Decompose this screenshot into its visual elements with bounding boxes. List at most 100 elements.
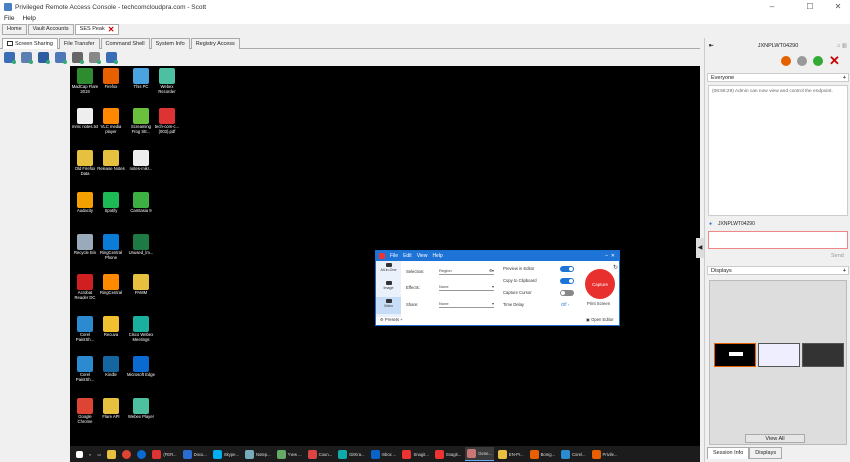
annotation-icon[interactable]: [72, 51, 84, 64]
desktop-icon[interactable]: Acrobat Reader DC: [71, 274, 99, 300]
mode-image[interactable]: Image: [376, 279, 401, 296]
tab-registry-access[interactable]: Registry Access: [190, 38, 240, 49]
remote-desktop[interactable]: MadCap Flare 2019 Firefox This PC Webex Rec…: [70, 66, 700, 462]
desktop-icon[interactable]: Corel PaintSh...: [71, 356, 99, 382]
gear-icon[interactable]: ⚙: [489, 268, 493, 273]
taskbar-item[interactable]: Docu...: [181, 447, 209, 461]
cursor-toggle[interactable]: [560, 290, 574, 296]
send-button[interactable]: Send: [831, 253, 844, 259]
delay-value[interactable]: Off ›: [561, 302, 569, 307]
mode-all-in-one[interactable]: All-in-One: [376, 261, 401, 278]
view-only-icon[interactable]: [21, 51, 33, 64]
taskbar-item[interactable]: (FER...: [150, 447, 178, 461]
tab-vault-accounts[interactable]: Vault Accounts: [27, 24, 74, 35]
windows-start-icon[interactable]: [74, 447, 85, 461]
desktop-icon[interactable]: VLC media player: [97, 108, 125, 134]
display-thumbnail-1[interactable]: [714, 343, 756, 367]
taskbar-item[interactable]: Snagit...: [433, 447, 463, 461]
elevate-icon[interactable]: [813, 56, 823, 66]
collapse-panel-button[interactable]: ◀: [696, 238, 704, 258]
desktop-icon[interactable]: Google Chrome: [71, 398, 99, 424]
snagit-menu-edit[interactable]: Edit: [403, 253, 412, 259]
desktop-icon[interactable]: mmc notes.txt: [71, 108, 99, 130]
display-thumbnail-2[interactable]: [758, 343, 800, 367]
taskbar-item[interactable]: Bomg...: [528, 447, 557, 461]
desktop-icon[interactable]: Corel PaintSh...: [71, 316, 99, 342]
clipboard-toggle[interactable]: [560, 278, 574, 284]
privacy-screen-icon[interactable]: [55, 51, 67, 64]
tab-session-info[interactable]: Session Info: [707, 447, 750, 459]
tab-command-shell[interactable]: Command Shell: [100, 38, 150, 49]
snagit-close-icon[interactable]: – ✕: [605, 253, 615, 259]
invite-user-icon[interactable]: [797, 56, 807, 66]
taskbar-item[interactable]: Gene...: [465, 447, 494, 461]
tab-session[interactable]: SES Peak ✕: [74, 24, 120, 35]
snagit-menu-file[interactable]: File: [390, 253, 398, 259]
chrome-icon[interactable]: [120, 447, 133, 461]
home-lock-icons[interactable]: ⌂ ▥: [837, 40, 847, 52]
desktop-icon[interactable]: Flare API: [97, 398, 125, 420]
desktop-icon[interactable]: PAMM: [127, 274, 155, 296]
tab-file-transfer[interactable]: File Transfer: [58, 38, 100, 49]
taskbar-item[interactable]: GitKra...: [336, 447, 366, 461]
expand-icon[interactable]: +: [843, 267, 846, 275]
share-dropdown[interactable]: None ▾: [439, 301, 494, 308]
edge-icon[interactable]: [135, 447, 148, 461]
desktop-icon[interactable]: Webex Player: [127, 398, 155, 420]
tab-screen-sharing[interactable]: Screen Sharing: [2, 38, 58, 49]
desktop-icon[interactable]: notes-mikr...: [127, 150, 155, 172]
desktop-icon[interactable]: Kindle: [97, 356, 125, 378]
task-view-icon[interactable]: ▭: [95, 447, 103, 461]
taskbar-item[interactable]: Snagit...: [400, 447, 430, 461]
taskbar-item[interactable]: Notep...: [243, 447, 273, 461]
selection-dropdown[interactable]: Region ▾: [439, 268, 494, 275]
special-actions-icon[interactable]: [38, 51, 50, 64]
maximize-button[interactable]: ☐: [798, 0, 822, 14]
effects-dropdown[interactable]: None ▾: [439, 284, 494, 291]
taskbar-item[interactable]: Coun...: [306, 447, 335, 461]
desktop-icon[interactable]: tech-com-c... (003).pdf: [153, 108, 181, 134]
desktop-icon[interactable]: Firefox: [97, 68, 125, 90]
taskbar-item[interactable]: EN-Pr...: [496, 447, 526, 461]
view-all-button[interactable]: View All: [745, 434, 805, 443]
taskbar-item[interactable]: *new ...: [275, 447, 304, 461]
menu-help[interactable]: Help: [22, 14, 35, 24]
desktop-icon[interactable]: Audacity: [71, 192, 99, 214]
transfer-session-icon[interactable]: [781, 56, 791, 66]
desktop-icon[interactable]: This PC: [127, 68, 155, 90]
display-settings-icon[interactable]: [106, 51, 118, 64]
taskbar-item[interactable]: Skype...: [211, 447, 241, 461]
tab-displays[interactable]: Displays: [749, 447, 783, 459]
tab-system-info[interactable]: System Info: [150, 38, 190, 49]
desktop-icon[interactable]: Cisco Webex Meetings: [127, 316, 155, 342]
close-session-icon[interactable]: ✕: [829, 54, 840, 67]
menu-file[interactable]: File: [4, 14, 14, 24]
desktop-icon[interactable]: Recycle Bin: [71, 234, 99, 256]
desktop-icon[interactable]: Old Firefox Data: [71, 150, 99, 176]
snagit-menu-help[interactable]: Help: [432, 253, 442, 259]
tab-home[interactable]: Home: [2, 24, 27, 35]
desktop-icon[interactable]: Recuva: [97, 316, 125, 338]
back-arrow-icon[interactable]: ⇤: [709, 40, 714, 52]
preview-toggle[interactable]: [560, 266, 574, 272]
search-icon[interactable]: ⌕: [87, 447, 93, 461]
display-thumbnail-3[interactable]: [802, 343, 844, 367]
desktop-icon[interactable]: RingCentral Phone: [97, 234, 125, 260]
mode-video[interactable]: Video: [376, 297, 401, 314]
desktop-icon[interactable]: Camtasia 9: [127, 192, 155, 214]
taskbar-item[interactable]: Privile...: [590, 447, 620, 461]
minimize-button[interactable]: –: [760, 0, 784, 14]
close-window-button[interactable]: ✕: [826, 0, 850, 14]
desktop-icon[interactable]: RingCentral: [97, 274, 125, 296]
desktop-icon[interactable]: Webex Recorder: [153, 68, 181, 94]
taskbar-item[interactable]: Inbox ...: [369, 447, 399, 461]
desktop-icon[interactable]: Unused_lm...: [127, 234, 155, 256]
desktop-icon[interactable]: Spotify: [97, 192, 125, 214]
desktop-icon[interactable]: MadCap Flare 2019: [71, 68, 99, 94]
reset-icon[interactable]: ↻: [613, 264, 618, 271]
chat-input[interactable]: [708, 231, 848, 249]
open-editor-button[interactable]: ▣ Open Editor: [586, 317, 613, 322]
desktop-icon[interactable]: Release Notes: [97, 150, 125, 172]
close-tab-icon[interactable]: ✕: [108, 25, 115, 34]
request-control-icon[interactable]: [4, 51, 16, 64]
